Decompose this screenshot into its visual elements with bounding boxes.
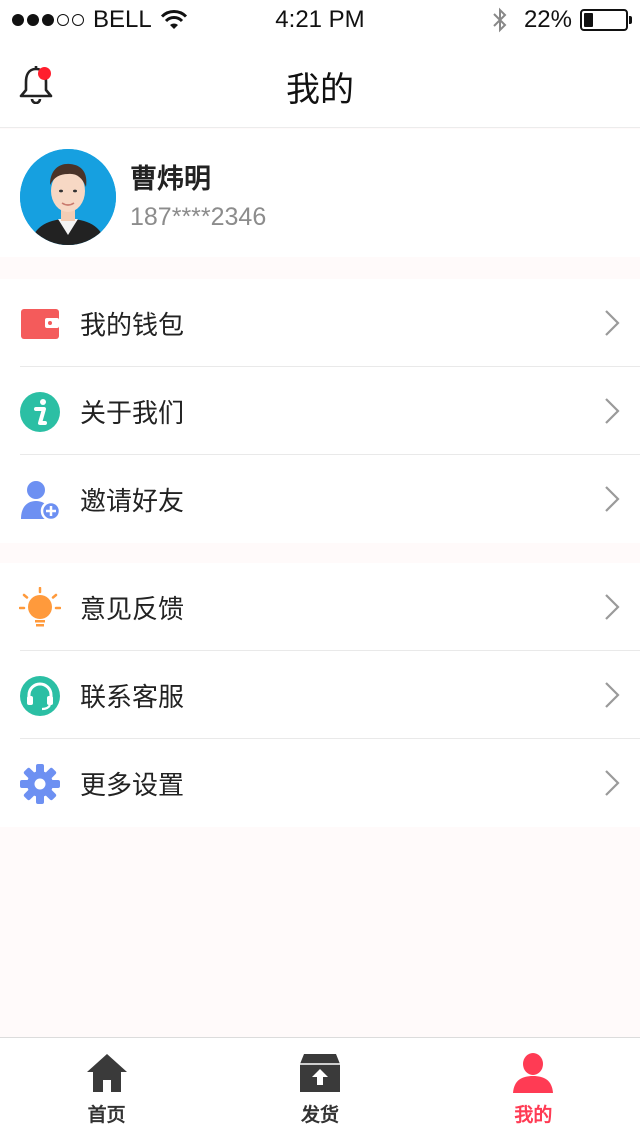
- menu-item-label: 联系客服: [80, 683, 185, 713]
- status-right: 22%: [492, 6, 632, 34]
- chevron-right-icon: [605, 398, 620, 424]
- battery-percent: 22%: [523, 6, 572, 33]
- chevron-right-icon: [605, 310, 620, 336]
- avatar-portrait: [20, 149, 116, 245]
- battery-fill: [584, 13, 593, 27]
- headset-icon: [20, 676, 60, 716]
- user-icon: [513, 1053, 554, 1093]
- menu-item-invite[interactable]: 邀请好友: [0, 455, 640, 543]
- tab-home[interactable]: 首页: [0, 1038, 213, 1136]
- user-name: 曹炜明: [130, 164, 211, 195]
- info-icon: [20, 392, 60, 432]
- menu-item-feedback[interactable]: 意见反馈: [0, 563, 640, 651]
- menu-item-label: 更多设置: [80, 771, 185, 801]
- menu-item-label: 关于我们: [80, 399, 185, 429]
- page-title: 我的: [286, 70, 354, 110]
- chevron-right-icon: [605, 682, 620, 708]
- tab-mine[interactable]: 我的: [427, 1038, 640, 1136]
- menu-group-account: 我的钱包 关于我们 邀请好友: [0, 279, 640, 543]
- avatar[interactable]: [20, 149, 116, 245]
- tab-bar: 首页 发货 我的: [0, 1037, 640, 1136]
- home-icon: [86, 1054, 127, 1092]
- menu-item-label: 邀请好友: [80, 487, 185, 517]
- tab-label: 首页: [87, 1104, 126, 1126]
- battery-icon: [580, 9, 632, 31]
- tab-label: 发货: [300, 1104, 339, 1126]
- gear-icon: [20, 764, 60, 804]
- tab-ship[interactable]: 发货: [213, 1038, 426, 1136]
- ship-box-icon: [299, 1054, 340, 1092]
- chevron-right-icon: [605, 486, 620, 512]
- chevron-right-icon: [605, 594, 620, 620]
- nav-bar: 我的: [0, 40, 640, 128]
- user-phone: 187****2346: [130, 203, 267, 231]
- invite-friend-icon: [21, 481, 61, 521]
- menu-group-support: 意见反馈 联系客服 更多设置: [0, 563, 640, 827]
- menu-item-settings[interactable]: 更多设置: [0, 739, 640, 827]
- profile-card[interactable]: 曹炜明 187****2346: [0, 129, 640, 257]
- status-bar: BELL 4:21 PM 22%: [0, 0, 640, 40]
- menu-item-about[interactable]: 关于我们: [0, 367, 640, 455]
- lightbulb-icon: [19, 587, 61, 627]
- tab-label: 我的: [514, 1104, 553, 1126]
- menu-item-label: 意见反馈: [80, 595, 185, 625]
- menu-item-wallet[interactable]: 我的钱包: [0, 279, 640, 367]
- wallet-icon: [21, 309, 59, 339]
- bluetooth-icon: [493, 7, 507, 33]
- chevron-right-icon: [605, 770, 620, 796]
- menu-item-customer-service[interactable]: 联系客服: [0, 651, 640, 739]
- menu-item-label: 我的钱包: [80, 311, 185, 341]
